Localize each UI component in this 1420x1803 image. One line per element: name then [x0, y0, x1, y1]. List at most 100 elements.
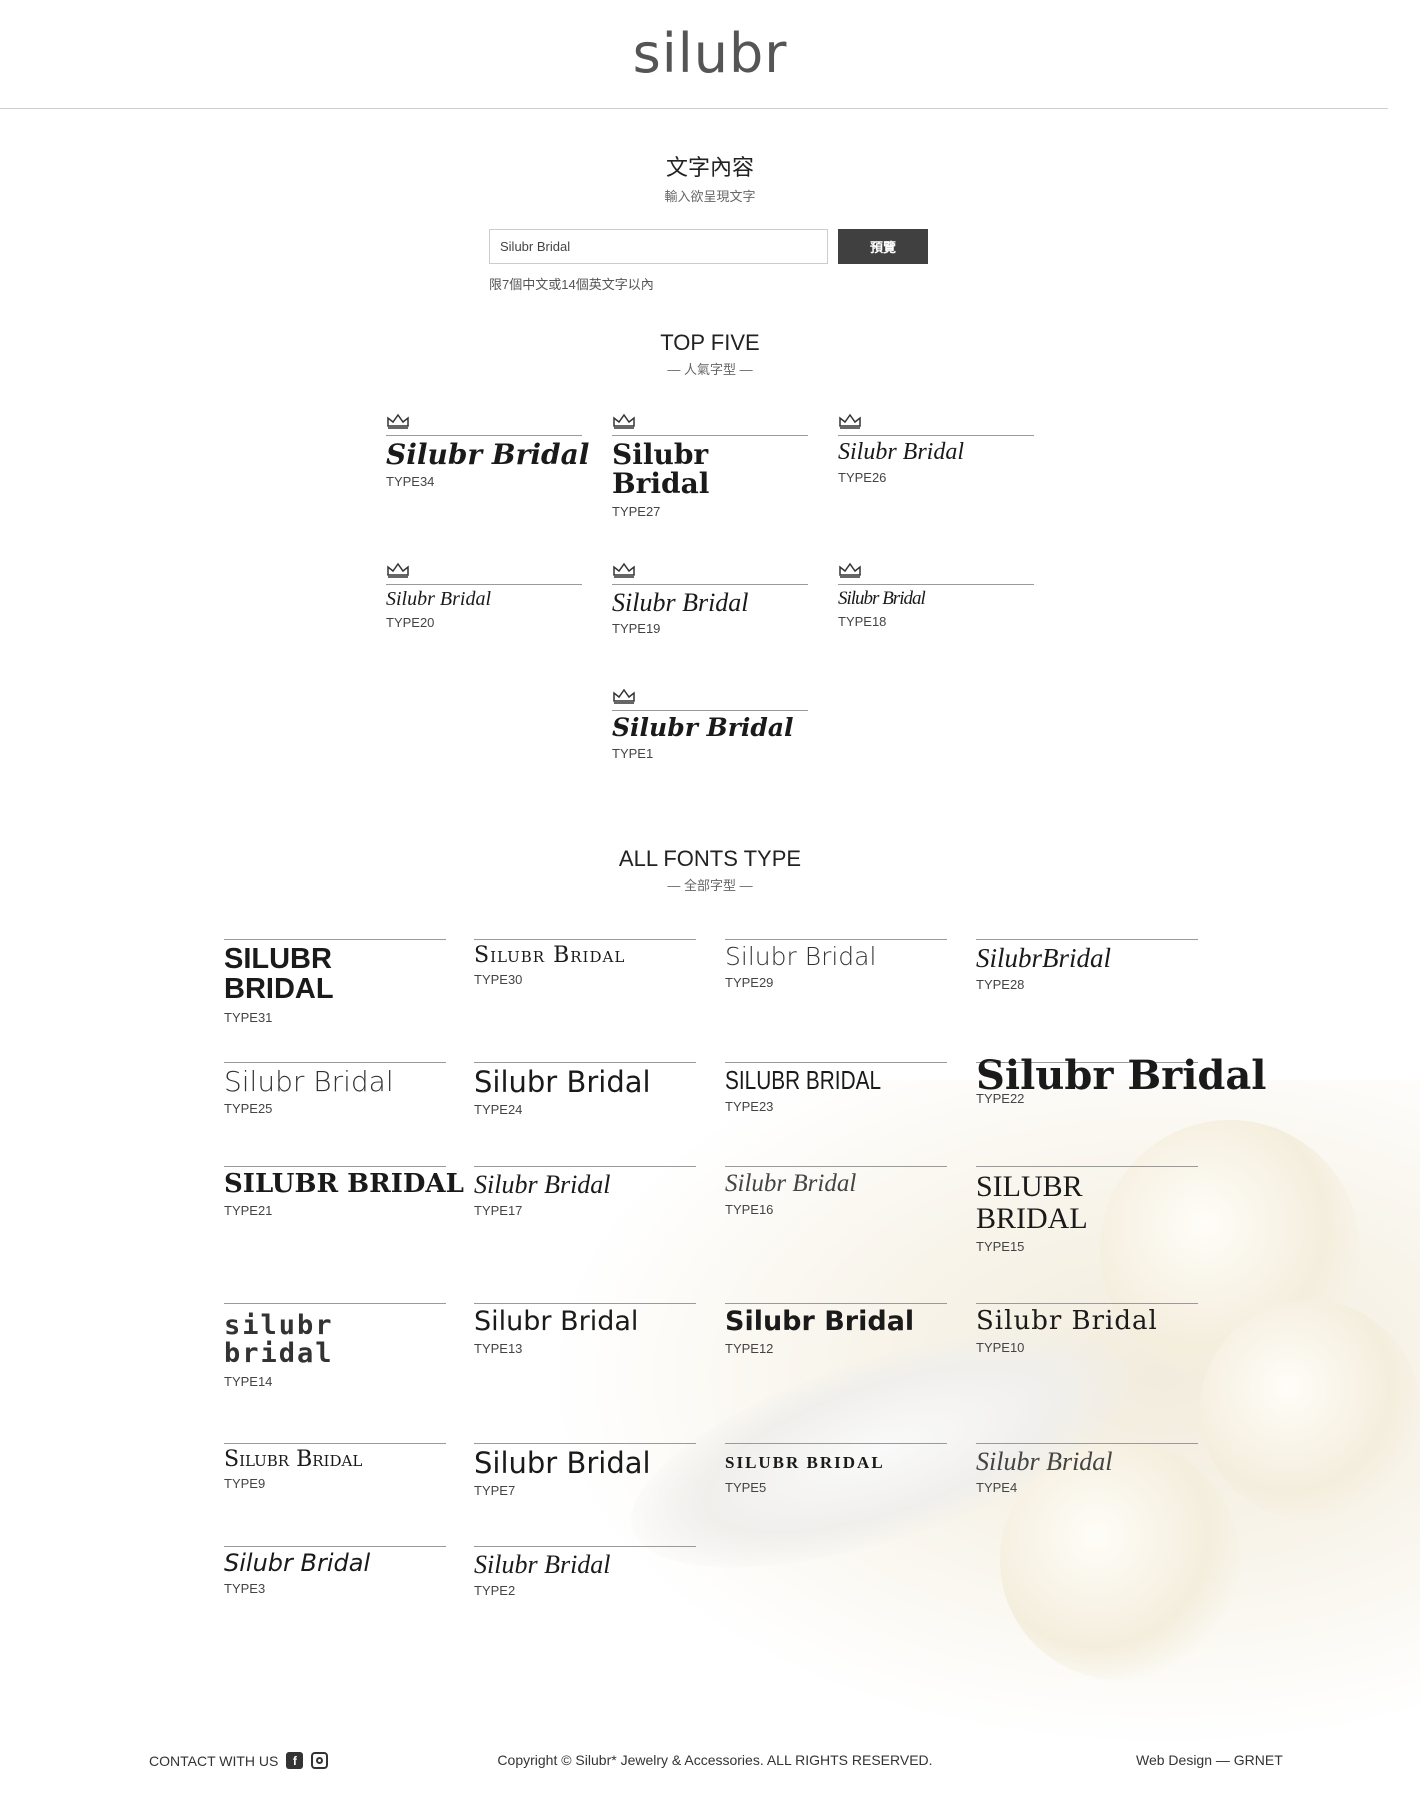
font-sample: Silubr Bridal: [224, 1447, 363, 1472]
card-divider: [474, 1062, 696, 1063]
card-divider: [612, 584, 808, 585]
card-divider: [976, 1166, 1198, 1167]
font-card[interactable]: Silubr Bridal TYPE7: [474, 1443, 696, 1498]
font-sample: SILUBR BRIDAL: [224, 1169, 464, 1199]
font-card[interactable]: SILUBR BRIDAL TYPE31: [224, 939, 446, 1025]
font-card[interactable]: Silubr Bridal TYPE9: [224, 1443, 446, 1491]
crown-icon: [387, 413, 409, 429]
font-sample: Silubr Bridal: [474, 1306, 639, 1337]
top-five-heading: TOP FIVE — 人氣字型 —: [0, 330, 1420, 378]
font-card[interactable]: Silubr Bridal TYPE29: [725, 939, 947, 990]
section-subtitle: 輸入欲呈現文字: [664, 189, 756, 204]
font-type-label: TYPE16: [725, 1202, 774, 1218]
font-sample: Silubr Bridal: [725, 1170, 857, 1197]
card-divider: [474, 1443, 696, 1444]
font-type-label: TYPE17: [474, 1203, 523, 1219]
section-subtitle: — 全部字型 —: [667, 878, 753, 893]
font-type-label: TYPE3: [224, 1581, 266, 1597]
card-divider: [224, 1303, 446, 1304]
card-divider: [224, 1062, 446, 1063]
section-title: ALL FONTS TYPE: [618, 846, 802, 871]
all-fonts-heading: ALL FONTS TYPE — 全部字型 —: [0, 846, 1420, 894]
font-card-top[interactable]: Silubr Bridal TYPE18: [838, 562, 1034, 629]
font-type-label: TYPE31: [224, 1009, 273, 1025]
font-sample: Silubr Bridal: [612, 438, 710, 501]
card-divider: [224, 1443, 446, 1444]
card-divider: [976, 1443, 1198, 1444]
text-input-row: 預覽: [489, 229, 929, 264]
font-card[interactable]: Silubr Bridal TYPE22: [976, 1055, 1267, 1106]
font-card[interactable]: SILUBR BRIDAL TYPE15: [976, 1166, 1198, 1254]
crown-icon: [613, 413, 635, 429]
font-card-top[interactable]: Silubr Bridal TYPE19: [612, 562, 808, 636]
card-divider: [725, 1062, 947, 1063]
font-sample: SILUBR BRIDAL: [725, 1453, 885, 1472]
card-divider: [838, 435, 1034, 436]
font-type-label: TYPE28: [976, 977, 1025, 993]
preview-button[interactable]: 預覽: [838, 229, 928, 264]
font-card[interactable]: Silubr Bridal TYPE13: [474, 1303, 696, 1356]
font-sample: Silubr Bridal: [976, 1306, 1158, 1336]
font-card[interactable]: Silubr Bridal TYPE12: [725, 1303, 947, 1356]
crown-icon: [613, 688, 635, 704]
font-card[interactable]: Silubr Bridal TYPE16: [725, 1166, 947, 1217]
font-card[interactable]: Silubr Bridal TYPE4: [976, 1443, 1198, 1495]
font-card-top[interactable]: Silubr Bridal TYPE34: [386, 413, 589, 489]
font-card-top[interactable]: Silubr Bridal TYPE26: [838, 413, 1034, 485]
font-sample: Silubr Bridal: [224, 1549, 371, 1577]
font-card[interactable]: Silubr Bridal TYPE17: [474, 1166, 696, 1218]
site-logo[interactable]: silubr: [0, 22, 1420, 85]
font-type-label: TYPE13: [474, 1341, 523, 1357]
font-card[interactable]: Silubr Bridal TYPE24: [474, 1062, 696, 1117]
font-sample: silubr bridal: [224, 1310, 334, 1370]
font-card[interactable]: Silubr Bridal TYPE10: [976, 1303, 1198, 1355]
card-divider: [474, 1546, 696, 1547]
font-card[interactable]: Silubr Bridal TYPE2: [474, 1546, 696, 1598]
text-content-input[interactable]: [489, 229, 828, 264]
font-card-top[interactable]: Silubr Bridal TYPE27: [612, 413, 808, 519]
font-sample: SILUBR BRIDAL: [976, 1170, 1088, 1235]
font-card[interactable]: SILUBR BRIDAL TYPE21: [224, 1166, 464, 1218]
card-divider: [224, 1546, 446, 1547]
font-sample: SILUBR BRIDAL: [224, 943, 334, 1006]
font-type-label: TYPE7: [474, 1483, 516, 1499]
site-header: silubr: [0, 0, 1388, 109]
font-sample: Silubr Bridal: [976, 1447, 1113, 1476]
font-card[interactable]: SILUBR BRIDAL TYPE5: [725, 1443, 947, 1495]
font-card[interactable]: SilubrBridal TYPE28: [976, 939, 1198, 992]
card-divider: [976, 939, 1198, 940]
font-card[interactable]: Silubr Bridal TYPE30: [474, 939, 696, 987]
font-sample: Silubr Bridal: [474, 1550, 611, 1579]
card-divider: [224, 939, 446, 940]
font-type-label: TYPE14: [224, 1373, 273, 1389]
card-divider: [725, 1166, 947, 1167]
font-type-label: TYPE23: [725, 1099, 774, 1115]
font-type-label: TYPE18: [838, 613, 887, 629]
web-design-credit[interactable]: Web Design — GRNET: [1136, 1752, 1283, 1768]
input-hint: 限7個中文或14個英文字以內: [489, 277, 654, 292]
font-type-label: TYPE24: [474, 1102, 523, 1118]
rose-decoration: [1200, 1300, 1420, 1520]
card-divider: [725, 939, 947, 940]
site-footer: CONTACT WITH US f Copyright © Silubr* Je…: [0, 1742, 1420, 1782]
card-divider: [612, 710, 808, 711]
card-divider: [386, 584, 582, 585]
font-type-label: TYPE2: [474, 1583, 516, 1599]
font-type-label: TYPE30: [474, 972, 523, 988]
font-sample: Silubr Bridal: [838, 588, 926, 609]
font-type-label: TYPE15: [976, 1239, 1025, 1254]
font-card[interactable]: Silubr Bridal TYPE25: [224, 1062, 446, 1116]
font-sample: Silubr Bridal: [224, 1065, 394, 1098]
font-card[interactable]: Silubr Bridal TYPE3: [224, 1546, 446, 1596]
crown-icon: [839, 562, 861, 578]
font-card[interactable]: silubr bridal TYPE14: [224, 1303, 446, 1389]
font-card-top[interactable]: Silubr Bridal TYPE1: [612, 688, 808, 761]
font-sample: SilubrBridal: [976, 943, 1112, 973]
font-type-label: TYPE25: [224, 1101, 273, 1117]
font-card[interactable]: SILUBR BRIDAL TYPE23: [725, 1062, 947, 1114]
card-divider: [725, 1303, 947, 1304]
card-divider: [474, 1303, 696, 1304]
font-type-label: TYPE5: [725, 1479, 767, 1495]
font-card-top[interactable]: Silubr Bridal TYPE20: [386, 562, 582, 630]
font-type-label: TYPE4: [976, 1480, 1018, 1496]
